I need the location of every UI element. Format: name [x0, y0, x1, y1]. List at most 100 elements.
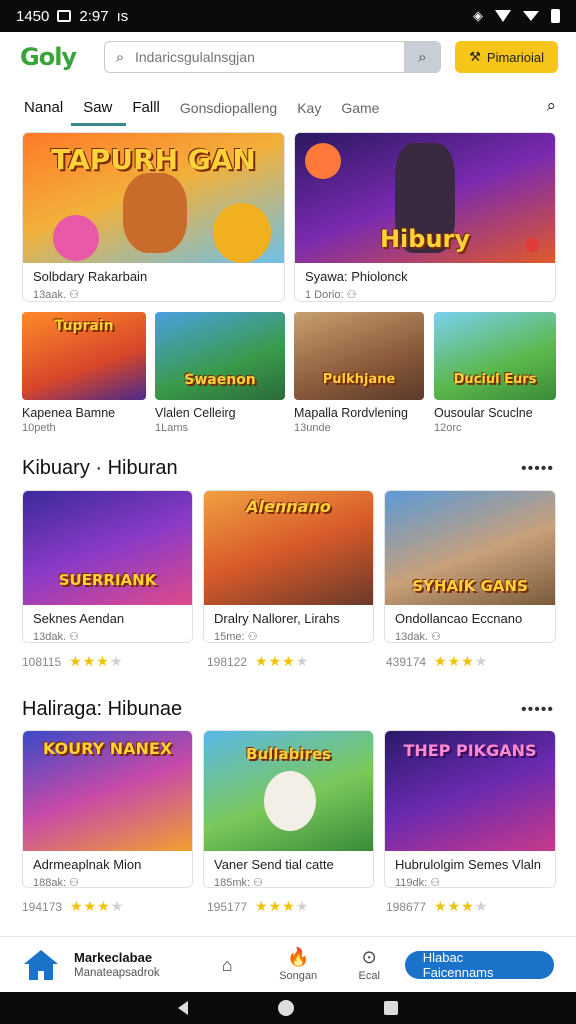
star-rating: ★★★★	[434, 653, 488, 670]
game-title: Hubrulolgim Semes Vlaln	[395, 857, 541, 872]
category-tabs: Nanal Saw Falll Gonsdiopalleng Kay Game …	[0, 90, 576, 126]
search-input[interactable]	[135, 49, 405, 65]
game-subtitle: 119dk: ⚇	[395, 877, 441, 888]
game-subtitle: 13unde	[294, 422, 331, 434]
star-empty-icon: ★	[295, 898, 310, 914]
game-title: Dralry Nallorer, Lirahs	[214, 611, 340, 626]
nav-item-ecal[interactable]: ⊙ Ecal	[334, 947, 405, 982]
message-icon	[57, 10, 72, 22]
game-card[interactable]: THEP PIKGANS Hubrulolgim Semes Vlaln 119…	[384, 730, 556, 888]
game-art: KOURY NANEX	[23, 731, 192, 851]
premium-button[interactable]: ⚒ Pimarioial	[455, 41, 558, 73]
game-card[interactable]: Alennano Dralry Nallorer, Lirahs 15me: ⚇	[203, 490, 374, 643]
star-empty-icon: ★	[295, 653, 310, 669]
game-title: Ousoular Scuclne	[434, 406, 533, 420]
house-outline-icon: ⌂	[221, 954, 233, 975]
status-time-secondary: 2:97	[79, 7, 109, 25]
game-title: Solbdary Rakarbain	[33, 269, 148, 284]
search-box: ⌕ ⌕	[104, 41, 442, 73]
download-count: 195177	[207, 899, 248, 914]
game-subtitle: 1Lams	[155, 422, 189, 434]
nav-home-title: Markeclabae	[74, 950, 153, 965]
download-count: 198677	[386, 899, 427, 914]
game-card[interactable]: Bullabires Vaner Send tial catte 185mk: …	[203, 730, 374, 888]
status-bar: 1450 2:97 ıs ◈	[0, 0, 576, 32]
star-rating: ★★★★	[70, 898, 124, 915]
star-icon: ★★★	[255, 653, 296, 669]
star-rating: ★★★★	[434, 898, 488, 915]
art-title: TAPURH GAN	[51, 143, 256, 176]
game-subtitle: 13aak. ⚇	[33, 289, 79, 301]
game-title: Vlalen Celleirg	[155, 406, 236, 420]
featured-card[interactable]: TAPURH GAN Solbdary Rakarbain 13aak. ⚇	[22, 132, 285, 302]
nav-home[interactable]: Markeclabae Manateapsadrok	[24, 949, 192, 980]
game-card[interactable]: KOURY NANEX Adrmeaplnak Mion 188ak: ⚇	[22, 730, 193, 888]
wifi-icon	[495, 10, 511, 22]
tab-kay[interactable]: Kay	[297, 100, 321, 126]
nav-item-songan[interactable]: 🔥 Songan	[263, 947, 334, 982]
star-empty-icon: ★	[474, 898, 489, 914]
game-tile[interactable]: Tuprain Kapenea Bamne 10peth	[22, 312, 146, 434]
rating: 195177 ★★★★	[207, 898, 309, 915]
game-title: Adrmeaplnak Mion	[33, 857, 142, 872]
nav-item-home-outline[interactable]: ⌂	[192, 955, 263, 975]
download-count: 108115	[22, 654, 62, 669]
star-icon: ★★★	[70, 898, 111, 914]
game-tile[interactable]: Pulkhjane Mapalla Rordvlening 13unde	[294, 312, 424, 434]
chat-icon: ⊙	[361, 947, 377, 967]
nav-home-subtitle: Manateapsadrok	[74, 967, 160, 979]
game-title: Vaner Send tial catte	[214, 857, 334, 872]
game-tile[interactable]: Duciul Eurs Ousoular Scuclne 12orc	[434, 312, 556, 434]
game-card[interactable]: SYHAIK GANS Ondollancao Eccnano 13dak. ⚇	[384, 490, 556, 643]
game-art: SUERRIANK	[23, 491, 192, 605]
back-icon[interactable]	[178, 1001, 188, 1015]
app-logo[interactable]: Goly	[20, 43, 90, 71]
more-icon[interactable]: •••••	[521, 701, 554, 719]
game-title: Syawa: Phiolonck	[305, 269, 408, 284]
game-card[interactable]: SUERRIANK Seknes Aendan 13dak. ⚇	[22, 490, 193, 643]
game-art: Bullabires	[204, 731, 373, 851]
status-extra: ıs	[116, 7, 129, 25]
game-subtitle: 15me: ⚇	[214, 631, 258, 643]
game-subtitle: 1 Dorio: ⚇	[305, 289, 357, 301]
rating: 194173 ★★★★	[22, 898, 124, 915]
search-button[interactable]: ⌕	[404, 42, 441, 72]
game-art: THEP PIKGANS	[385, 731, 555, 851]
pickaxe-icon: ⚒	[469, 49, 481, 64]
more-icon[interactable]: •••••	[521, 460, 554, 478]
download-count: 439174	[386, 654, 427, 669]
tab-gonsdiopalleng[interactable]: Gonsdiopalleng	[180, 100, 277, 126]
game-art: TAPURH GAN	[23, 133, 284, 263]
status-time: 1450	[16, 7, 50, 25]
game-art: Pulkhjane	[294, 312, 424, 400]
game-subtitle: 185mk: ⚇	[214, 877, 263, 888]
battery-icon	[551, 9, 560, 23]
tab-saw[interactable]: Saw	[71, 99, 127, 126]
game-art: Duciul Eurs	[434, 312, 556, 400]
game-tile[interactable]: Swaenon Vlalen Celleirg 1Lams	[155, 312, 285, 434]
featured-card[interactable]: Hibury Syawa: Phiolonck 1 Dorio: ⚇	[294, 132, 556, 302]
game-subtitle: 10peth	[22, 422, 56, 434]
game-subtitle: 13dak. ⚇	[33, 631, 79, 643]
star-empty-icon: ★	[474, 653, 489, 669]
tab-nanal[interactable]: Nanal	[24, 99, 63, 126]
star-icon: ★★★	[434, 653, 475, 669]
action-pill-button[interactable]: Hlabac Faicennams	[404, 950, 555, 980]
rating: 108115 ★★★★	[22, 653, 123, 670]
section-title: Kibuary · Hiburan	[22, 457, 178, 479]
game-art: Swaenon	[155, 312, 285, 400]
home-icon	[24, 949, 58, 980]
game-title: Mapalla Rordvlening	[294, 406, 408, 420]
vibrate-icon: ◈	[473, 8, 483, 23]
home-button-icon[interactable]	[278, 1000, 294, 1016]
star-icon: ★★★	[255, 898, 296, 914]
bottom-navigation: Markeclabae Manateapsadrok ⌂ 🔥 Songan ⊙ …	[0, 936, 576, 992]
game-art: Alennano	[204, 491, 373, 605]
search-icon[interactable]: ⌕	[546, 96, 556, 126]
tab-game[interactable]: Game	[341, 100, 379, 126]
rating: 198677 ★★★★	[386, 898, 488, 915]
tab-falll[interactable]: Falll	[132, 99, 160, 126]
recents-icon[interactable]	[384, 1001, 398, 1015]
app-bar: Goly ⌕ ⌕ ⚒ Pimarioial	[0, 32, 576, 82]
rating: 198122 ★★★★	[207, 653, 309, 670]
